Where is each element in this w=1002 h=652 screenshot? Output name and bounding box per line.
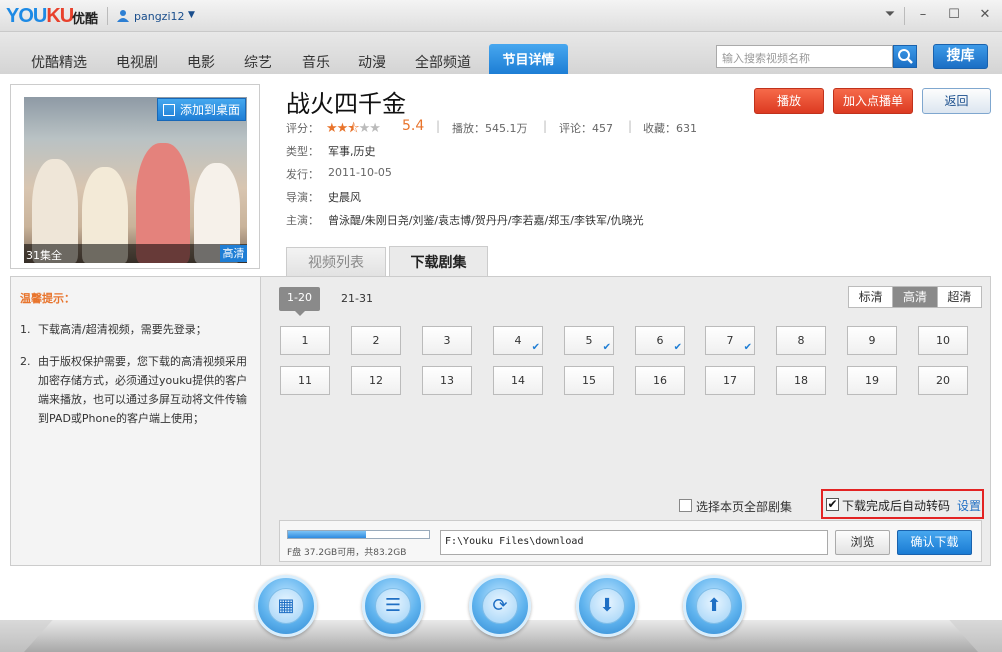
- browse-button[interactable]: 浏览: [835, 530, 890, 555]
- play-button[interactable]: 播放: [754, 88, 824, 114]
- divider: [904, 7, 905, 25]
- transcode-checkbox[interactable]: ✔: [826, 498, 839, 511]
- search-library-button[interactable]: 搜库: [933, 44, 988, 69]
- episode-button[interactable]: 2: [351, 326, 401, 355]
- menu-icon[interactable]: ⏷: [877, 4, 903, 26]
- youku-logo[interactable]: YOUKU: [6, 5, 74, 28]
- transcode-settings-link[interactable]: 设置: [957, 497, 981, 514]
- quality-hd[interactable]: 高清: [893, 287, 938, 307]
- director-label: 导演：: [286, 191, 319, 204]
- chevron-down-icon[interactable]: ▼: [188, 10, 195, 20]
- episode-button[interactable]: 1: [280, 326, 330, 355]
- tab-anime[interactable]: 动漫: [358, 52, 386, 72]
- rating-stars: ★★⯪★★: [326, 121, 381, 136]
- transcode-label: 下载完成后自动转码: [842, 499, 951, 513]
- episode-count: 31集全: [26, 249, 62, 262]
- tab-movies[interactable]: 电影: [187, 52, 215, 72]
- search-icon[interactable]: [893, 45, 917, 68]
- cast-label: 主演：: [286, 214, 319, 227]
- add-to-desktop-button[interactable]: 添加到桌面: [157, 98, 246, 121]
- episode-button[interactable]: 10: [918, 326, 968, 355]
- tab-all-channels[interactable]: 全部频道: [415, 52, 471, 72]
- minimize-icon[interactable]: –: [910, 4, 936, 26]
- shortcut-icon: [163, 104, 175, 116]
- episode-button[interactable]: 6 ✔: [635, 326, 685, 355]
- tab-download-episodes[interactable]: 下载剧集: [389, 246, 488, 277]
- tab-music[interactable]: 音乐: [302, 52, 330, 72]
- tab-variety[interactable]: 综艺: [244, 52, 272, 72]
- episode-button[interactable]: 19: [847, 366, 897, 395]
- download-path-input[interactable]: F:\Youku Files\download: [440, 530, 828, 555]
- tab-tv[interactable]: 电视剧: [116, 52, 158, 72]
- back-button[interactable]: 返回: [922, 88, 991, 114]
- show-title: 战火四千金: [286, 90, 406, 118]
- episode-button[interactable]: 7 ✔: [705, 326, 755, 355]
- favorite-count: 收藏：631: [643, 122, 697, 135]
- select-all-checkbox[interactable]: [679, 499, 692, 512]
- divider: |: [628, 119, 633, 133]
- range-tab-21-31[interactable]: 21-31: [341, 292, 373, 305]
- episode-button[interactable]: 13: [422, 366, 472, 395]
- divider: [107, 7, 108, 25]
- play-count: 播放：545.1万: [452, 122, 528, 135]
- quality-selector: 标清 高清 超清: [848, 286, 982, 308]
- search-input[interactable]: 输入搜索视频名称: [716, 45, 893, 68]
- episode-button[interactable]: 8: [776, 326, 826, 355]
- range-tab-1-20[interactable]: 1-20: [279, 287, 320, 316]
- divider: |: [436, 119, 441, 133]
- add-playlist-button[interactable]: 加入点播单: [833, 88, 913, 114]
- rating-score: 5.4: [402, 118, 425, 134]
- quality-superhd[interactable]: 超清: [938, 287, 981, 307]
- genre-value: 军事,历史: [328, 145, 376, 158]
- divider: |: [543, 119, 548, 133]
- episode-button[interactable]: 3: [422, 326, 472, 355]
- episode-button[interactable]: 4 ✔: [493, 326, 543, 355]
- episode-button[interactable]: 14: [493, 366, 543, 395]
- episode-button[interactable]: 20: [918, 366, 968, 395]
- quality-sd[interactable]: 标清: [849, 287, 894, 307]
- tips-title: 温馨提示：: [20, 292, 75, 305]
- logo-cn: 优酷: [72, 12, 99, 27]
- downloaded-check-icon: ✔: [531, 342, 540, 353]
- playlist-icon[interactable]: ☰: [362, 575, 424, 637]
- episode-button[interactable]: 18: [776, 366, 826, 395]
- cast-value[interactable]: 曾泳醍/朱刚日尧/刘鉴/袁志博/贺丹丹/李若嘉/郑玉/李铁军/仇晓光: [328, 212, 644, 228]
- downloaded-check-icon: ✔: [743, 342, 752, 353]
- tip-item: 2. 由于版权保护需要，您下载的高清视频采用加密存储方式，必须通过youku提供的…: [20, 355, 248, 425]
- upload-icon[interactable]: ⬆: [683, 575, 745, 637]
- tip-item: 1. 下载高清/超清视频，需要先登录；: [20, 323, 207, 336]
- tab-program-detail[interactable]: 节目详情: [489, 44, 568, 76]
- username[interactable]: pangzi12: [134, 10, 185, 23]
- confirm-download-button[interactable]: 确认下载: [897, 530, 972, 555]
- episode-button[interactable]: 15: [564, 366, 614, 395]
- episode-button[interactable]: 17: [705, 366, 755, 395]
- episode-button[interactable]: 11: [280, 366, 330, 395]
- user-icon: [117, 10, 129, 22]
- disk-usage-fill: [288, 531, 366, 538]
- tab-video-list[interactable]: 视频列表: [286, 247, 386, 276]
- comment-count: 评论：457: [559, 122, 613, 135]
- episode-button[interactable]: 9: [847, 326, 897, 355]
- refresh-icon[interactable]: ⟳: [469, 575, 531, 637]
- release-label: 发行：: [286, 168, 319, 181]
- maximize-icon[interactable]: ☐: [941, 4, 967, 26]
- genre-label: 类型：: [286, 145, 319, 158]
- tab-featured[interactable]: 优酷精选: [31, 52, 87, 72]
- episode-button[interactable]: 16: [635, 366, 685, 395]
- select-all-label: 选择本页全部剧集: [696, 500, 793, 514]
- rating-label: 评分：: [286, 122, 319, 135]
- release-value: 2011-10-05: [328, 166, 392, 179]
- downloaded-check-icon: ✔: [602, 342, 611, 353]
- episode-button[interactable]: 5 ✔: [564, 326, 614, 355]
- hd-badge: 高清: [220, 245, 247, 262]
- download-icon[interactable]: ⬇: [576, 575, 638, 637]
- director-value[interactable]: 史晨风: [328, 189, 361, 205]
- close-icon[interactable]: ✕: [972, 4, 998, 26]
- downloaded-check-icon: ✔: [673, 342, 682, 353]
- episode-button[interactable]: 12: [351, 366, 401, 395]
- disk-info: F盘 37.2GB可用，共83.2GB: [287, 548, 407, 558]
- film-icon[interactable]: ▦: [255, 575, 317, 637]
